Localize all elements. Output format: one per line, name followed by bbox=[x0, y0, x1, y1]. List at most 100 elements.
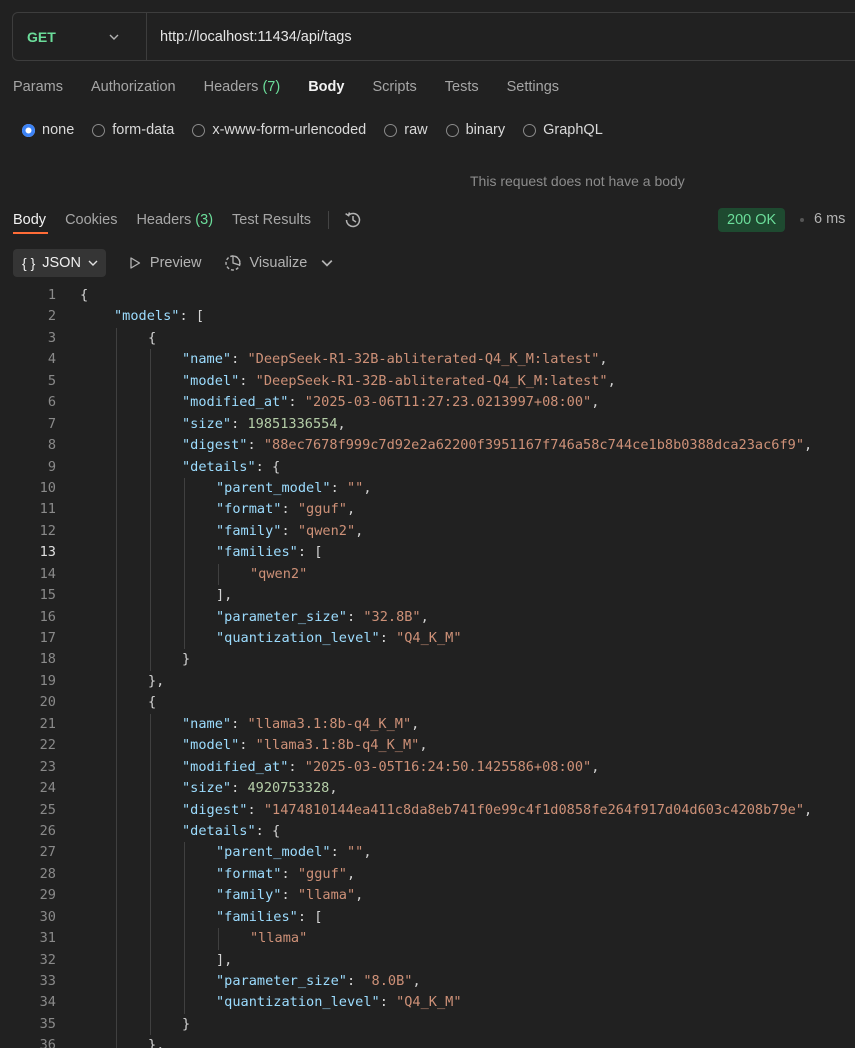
tab-authorization[interactable]: Authorization bbox=[91, 79, 176, 95]
headers-count: (7) bbox=[262, 79, 281, 95]
line-number: 33 bbox=[39, 973, 56, 989]
code-text: "parent_model": "", bbox=[216, 479, 372, 496]
indent-guide bbox=[116, 928, 117, 950]
code-text: "size": 4920753328, bbox=[182, 780, 338, 797]
history-icon[interactable] bbox=[343, 210, 363, 230]
indent-guide bbox=[150, 520, 151, 543]
radio-binary[interactable]: binary bbox=[445, 122, 505, 138]
code-line: 35} bbox=[0, 1013, 855, 1036]
indent-guide bbox=[116, 413, 117, 436]
radio-x-www-form-urlencoded[interactable]: x-www-form-urlencoded bbox=[192, 122, 366, 138]
visualize-icon bbox=[224, 255, 241, 271]
indent-guide bbox=[150, 477, 151, 500]
code-line: 25 "digest": "1474810144ea411c8da8eb741f0… bbox=[0, 799, 855, 821]
indent-guide bbox=[184, 928, 185, 950]
tab-label: Scripts bbox=[372, 79, 417, 95]
tab-response-headers[interactable]: Headers (3) bbox=[136, 212, 213, 228]
indent-guide bbox=[150, 713, 151, 736]
tab-label: Body bbox=[308, 79, 345, 95]
tab-cookies[interactable]: Cookies bbox=[65, 212, 117, 228]
indent-guide bbox=[184, 885, 185, 907]
tab-headers[interactable]: Headers (7) bbox=[204, 79, 281, 95]
radio-form-data[interactable]: form-data bbox=[92, 122, 174, 138]
response-json-viewer[interactable]: 1{2 "models": [3{4 "name": "DeepSeek-R1-32… bbox=[0, 285, 855, 1048]
tab-tests[interactable]: Tests bbox=[445, 79, 479, 95]
indent-guide bbox=[116, 563, 117, 586]
radio-none[interactable]: none bbox=[22, 122, 74, 138]
radio-raw[interactable]: raw bbox=[384, 122, 428, 138]
indent-guide bbox=[184, 842, 185, 864]
play-icon bbox=[130, 257, 141, 269]
code-text: "modified_at": "2025-03-05T16:24:50.1425… bbox=[182, 758, 600, 775]
chevron-down-icon[interactable] bbox=[321, 257, 333, 269]
indent-guide bbox=[150, 649, 151, 671]
method-selector[interactable]: GET bbox=[13, 13, 147, 60]
chevron-down-icon bbox=[88, 260, 98, 266]
code-text: "details": { bbox=[182, 458, 281, 475]
tab-test-results[interactable]: Test Results bbox=[232, 212, 311, 228]
indent-guide bbox=[116, 327, 117, 350]
indent-guide bbox=[116, 842, 117, 864]
indent-guide bbox=[116, 778, 117, 800]
tab-response-body[interactable]: Body bbox=[13, 212, 46, 228]
code-line: 27 "parent_model": "", bbox=[0, 842, 855, 864]
indent-guide bbox=[116, 692, 117, 714]
code-text: "format": "gguf", bbox=[216, 865, 356, 882]
indent-guide bbox=[150, 585, 151, 607]
indent-guide bbox=[116, 349, 117, 371]
line-number: 8 bbox=[47, 437, 56, 454]
radio-graphql[interactable]: GraphQL bbox=[523, 122, 603, 138]
tab-scripts[interactable]: Scripts bbox=[372, 79, 416, 95]
code-text: { bbox=[148, 694, 157, 711]
url-input[interactable]: http://localhost:11434/api/tags bbox=[147, 29, 352, 45]
indent-guide bbox=[150, 971, 151, 993]
code-text: "format": "gguf", bbox=[216, 501, 356, 518]
code-line: 11 "format": "gguf", bbox=[0, 499, 855, 521]
divider bbox=[328, 211, 330, 229]
indent-guide bbox=[116, 971, 117, 993]
indent-guide bbox=[150, 606, 151, 628]
indent-guide bbox=[150, 628, 151, 650]
indent-guide bbox=[150, 928, 151, 950]
line-number: 22 bbox=[39, 737, 56, 754]
tab-label: Tests bbox=[444, 79, 479, 95]
code-line: 7 "size": 19851336554, bbox=[0, 413, 855, 436]
indent-guide bbox=[150, 456, 151, 478]
code-line: 16 "parameter_size": "32.8B", bbox=[0, 606, 855, 628]
line-number: 2 bbox=[47, 308, 56, 325]
indent-guide bbox=[116, 885, 117, 907]
tab-label: Authorization bbox=[90, 79, 176, 95]
tab-settings[interactable]: Settings bbox=[507, 79, 559, 95]
response-time[interactable]: 6 ms bbox=[814, 211, 845, 227]
line-number: 34 bbox=[39, 994, 56, 1011]
visualize-button[interactable]: Visualize bbox=[224, 254, 307, 272]
indent-guide bbox=[116, 520, 117, 543]
status-badge[interactable]: 200 OK bbox=[718, 208, 786, 232]
indent-guide bbox=[184, 585, 185, 607]
indent-guide bbox=[116, 1013, 117, 1036]
code-text: "model": "DeepSeek-R1-32B-abliterated-Q4… bbox=[182, 372, 616, 389]
indent-guide bbox=[116, 585, 117, 607]
indent-guide bbox=[150, 392, 151, 414]
indent-guide bbox=[150, 863, 151, 886]
indent-guide bbox=[116, 456, 117, 478]
indent-guide bbox=[116, 863, 117, 886]
line-number: 27 bbox=[39, 844, 56, 861]
indent-guide bbox=[116, 370, 117, 393]
code-line: 23 "modified_at": "2025-03-05T16:24:50.14… bbox=[0, 756, 855, 779]
indent-guide bbox=[116, 649, 117, 671]
tab-params[interactable]: Params bbox=[13, 79, 63, 95]
format-selector[interactable]: { } JSON bbox=[13, 249, 106, 277]
line-number: 30 bbox=[39, 908, 56, 925]
braces-icon: { } bbox=[22, 255, 36, 271]
tab-body[interactable]: Body bbox=[308, 79, 344, 95]
indent-guide bbox=[184, 949, 185, 971]
indent-guide bbox=[116, 628, 117, 650]
indent-guide bbox=[116, 713, 117, 736]
indent-guide bbox=[116, 670, 117, 693]
code-text: "quantization_level": "Q4_K_M" bbox=[216, 630, 462, 646]
code-text: "qwen2" bbox=[250, 565, 308, 582]
line-number: 4 bbox=[47, 351, 56, 368]
tab-label: Params bbox=[13, 79, 63, 95]
preview-button[interactable]: Preview bbox=[128, 255, 202, 271]
